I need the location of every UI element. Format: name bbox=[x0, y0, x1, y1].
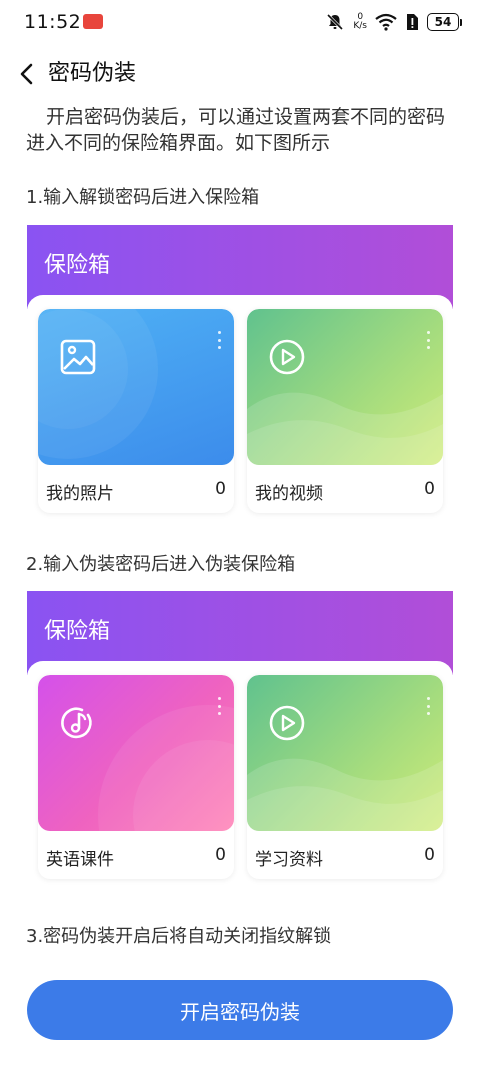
status-icons: 0 K/s 54 bbox=[325, 10, 462, 34]
album-name: 我的照片 bbox=[46, 484, 114, 504]
play-icon bbox=[269, 339, 305, 375]
vault-body: 我的照片 0 我的视频 0 bbox=[27, 295, 453, 525]
album-cover bbox=[38, 675, 234, 831]
album-count: 0 bbox=[215, 845, 226, 865]
step-2-label: 2.输入伪装密码后进入伪装保险箱 bbox=[26, 554, 296, 575]
image-icon bbox=[60, 339, 96, 375]
more-options-icon[interactable] bbox=[421, 329, 435, 351]
album-count: 0 bbox=[215, 479, 226, 499]
album-card-photos[interactable]: 我的照片 0 bbox=[38, 309, 234, 513]
header: 密码伪装 bbox=[0, 52, 480, 96]
vault-preview-decoy: 保险箱 英语课件 0 学习资料 0 bbox=[27, 591, 453, 891]
step-1-label: 1.输入解锁密码后进入保险箱 bbox=[26, 187, 260, 208]
step-3-label: 3.密码伪装开启后将自动关闭指纹解锁 bbox=[26, 926, 332, 947]
cover-decoration bbox=[247, 758, 443, 831]
cover-decoration bbox=[38, 309, 158, 459]
status-bar: 11:52 0 K/s 54 bbox=[0, 0, 480, 46]
battery-level: 54 bbox=[434, 15, 452, 29]
cover-decoration bbox=[247, 392, 443, 465]
album-count: 0 bbox=[424, 845, 435, 865]
play-icon bbox=[269, 705, 305, 741]
cover-decoration bbox=[98, 705, 234, 831]
wifi-icon bbox=[375, 13, 397, 31]
sim-alert-icon bbox=[407, 14, 418, 30]
chevron-left-icon bbox=[20, 63, 33, 85]
album-cover bbox=[38, 309, 234, 465]
vault-body: 英语课件 0 学习资料 0 bbox=[27, 661, 453, 891]
app-notification-icon bbox=[83, 14, 103, 29]
album-name: 英语课件 bbox=[46, 850, 114, 870]
album-cover bbox=[247, 675, 443, 831]
album-count: 0 bbox=[424, 479, 435, 499]
net-speed: 0 K/s bbox=[353, 13, 367, 31]
album-name: 我的视频 bbox=[255, 484, 323, 504]
battery-indicator: 54 bbox=[427, 13, 462, 31]
album-name: 学习资料 bbox=[255, 850, 323, 870]
album-card-videos[interactable]: 我的视频 0 bbox=[247, 309, 443, 513]
album-card-english-courseware[interactable]: 英语课件 0 bbox=[38, 675, 234, 879]
vault-title: 保险箱 bbox=[44, 619, 111, 644]
more-options-icon[interactable] bbox=[421, 695, 435, 717]
album-card-study-materials[interactable]: 学习资料 0 bbox=[247, 675, 443, 879]
intro-text: 开启密码伪装后，可以通过设置两套不同的密码进入不同的保险箱界面。如下图所示 bbox=[26, 106, 446, 154]
mute-icon bbox=[327, 13, 344, 31]
music-icon bbox=[61, 707, 92, 739]
album-cover bbox=[247, 309, 443, 465]
more-options-icon[interactable] bbox=[212, 695, 226, 717]
page-title: 密码伪装 bbox=[48, 61, 137, 86]
net-speed-unit: K/s bbox=[353, 21, 367, 31]
enable-password-disguise-button[interactable]: 开启密码伪装 bbox=[27, 980, 453, 1040]
status-time: 11:52 bbox=[24, 11, 82, 33]
vault-title: 保险箱 bbox=[44, 253, 111, 278]
back-button[interactable] bbox=[12, 58, 42, 90]
more-options-icon[interactable] bbox=[212, 329, 226, 351]
vault-preview-real: 保险箱 我的照片 0 我的视频 0 bbox=[27, 225, 453, 525]
